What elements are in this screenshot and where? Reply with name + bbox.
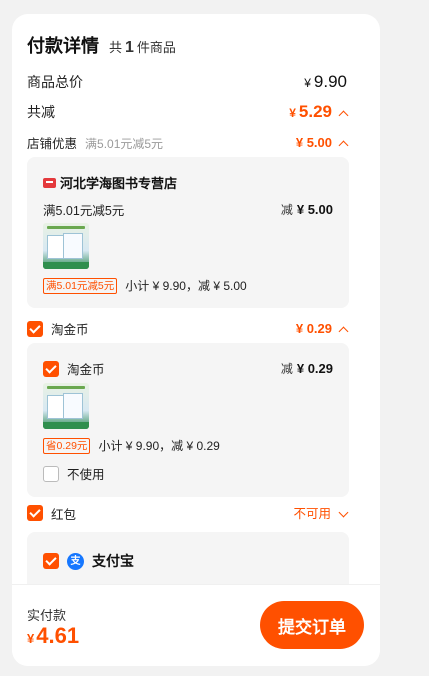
hongbao-toggle[interactable]: 红包 <box>27 504 76 523</box>
shop-rule-line: 满5.01元减5元 减 ¥ 5.00 <box>43 200 333 219</box>
chevron-up-icon[interactable] <box>338 326 349 336</box>
hongbao-checkbox[interactable] <box>27 505 43 521</box>
taojinbi-subtotal-text: 小计 ¥ 9.90，减 ¥ 0.29 <box>98 439 220 453</box>
total-discount-toggle[interactable]: ¥5.29 <box>289 102 349 122</box>
shop-discount-toggle[interactable]: ¥ 5.00 <box>295 134 349 152</box>
total-discount-row[interactable]: 共减 ¥5.29 <box>27 102 349 122</box>
panel-header: 付款详情 共 1 件商品 <box>27 32 176 58</box>
shop-subtotal-text: 小计 ¥ 9.90，减 ¥ 5.00 <box>125 279 247 293</box>
shop-discount-card: 河北学海图书专营店 满5.01元减5元 减 ¥ 5.00 满5.01元减5元 小计… <box>27 157 349 308</box>
shop-subtotal-line: 满5.01元减5元 小计 ¥ 9.90，减 ¥ 5.00 <box>43 277 247 294</box>
taojinbi-value: ¥ 0.29 <box>295 320 332 336</box>
not-use-option[interactable]: 不使用 <box>43 464 105 483</box>
not-use-checkbox[interactable] <box>43 465 59 482</box>
taojinbi-inner-checkbox[interactable] <box>43 360 59 377</box>
pay-amount-value: ¥4.61 <box>27 623 80 648</box>
taojinbi-inner-line: 淘金币 减 ¥ 0.29 <box>43 359 333 378</box>
shop-name: 河北学海图书专营店 <box>60 176 178 191</box>
chevron-up-icon[interactable] <box>338 110 349 121</box>
hongbao-expand[interactable]: 不可用 <box>293 503 349 523</box>
shop-minus-value: 减 ¥ 5.00 <box>280 202 333 217</box>
total-discount-value: ¥5.29 <box>289 102 332 121</box>
taojinbi-checkbox[interactable] <box>27 320 43 337</box>
shop-header: 河北学海图书专营店 <box>43 173 177 192</box>
taojinbi-inner-label: 淘金币 <box>67 363 105 377</box>
alipay-icon: 支 <box>67 552 84 570</box>
taojinbi-expand[interactable]: ¥ 0.29 <box>295 320 349 338</box>
chevron-up-icon[interactable] <box>338 140 349 151</box>
alipay-option[interactable]: 支 支付宝 <box>43 551 134 571</box>
shop-discount-rule: 满5.01元减5元 <box>85 137 164 151</box>
taojinbi-inner-toggle[interactable]: 淘金币 <box>43 359 105 378</box>
shop-discount-row[interactable]: 店铺优惠 满5.01元减5元 ¥ 5.00 <box>27 133 349 153</box>
discount-tag: 满5.01元减5元 <box>43 277 118 294</box>
scrollbar[interactable] <box>379 84 380 594</box>
hongbao-label: 红包 <box>51 507 77 522</box>
shop-discount-label-group: 店铺优惠 满5.01元减5元 <box>27 133 163 153</box>
alipay-checkbox[interactable] <box>43 553 59 569</box>
submit-order-button[interactable]: 提交订单 <box>260 601 364 649</box>
taojinbi-label: 淘金币 <box>51 323 89 337</box>
shop-discount-label: 店铺优惠 <box>27 137 78 151</box>
taojinbi-row[interactable]: 淘金币 ¥ 0.29 <box>27 319 349 338</box>
hongbao-status: 不可用 <box>293 507 331 521</box>
total-price-label: 商品总价 <box>27 74 83 90</box>
payment-method-card: 支 支付宝 <box>27 532 349 592</box>
pay-amount-label: 实付款 <box>27 608 67 623</box>
shop-discount-value: ¥ 5.00 <box>295 135 332 150</box>
alipay-label: 支付宝 <box>92 553 134 569</box>
total-price-row: 商品总价 ¥9.90 <box>27 72 347 92</box>
total-price-value: ¥9.90 <box>304 72 347 91</box>
total-discount-label: 共减 <box>27 104 55 120</box>
taojinbi-toggle[interactable]: 淘金币 <box>27 319 89 338</box>
checkout-bar: 实付款 ¥4.61 提交订单 <box>12 584 380 666</box>
payment-details-panel: 付款详情 共 1 件商品 商品总价 ¥9.90 共减 ¥5.29 店铺优惠 满5.01… <box>12 14 380 666</box>
not-use-label: 不使用 <box>67 468 105 482</box>
taojinbi-card: 淘金币 减 ¥ 0.29 省0.29元 小计 ¥ 9.90，减 ¥ 0.29 不使… <box>27 343 349 497</box>
taojinbi-subtotal-line: 省0.29元 小计 ¥ 9.90，减 ¥ 0.29 <box>43 437 220 454</box>
item-count: 共 1 件商品 <box>109 39 176 56</box>
shop-rule-text: 满5.01元减5元 <box>43 204 125 218</box>
taojinbi-minus-value: 减 ¥ 0.29 <box>280 361 333 376</box>
product-thumbnail[interactable] <box>43 383 89 429</box>
chevron-down-icon[interactable] <box>338 507 349 518</box>
panel-title: 付款详情 <box>27 36 99 56</box>
product-thumbnail[interactable] <box>43 223 89 269</box>
shop-icon <box>43 177 56 188</box>
hongbao-row[interactable]: 红包 不可用 <box>27 503 349 523</box>
savings-tag: 省0.29元 <box>43 437 91 454</box>
